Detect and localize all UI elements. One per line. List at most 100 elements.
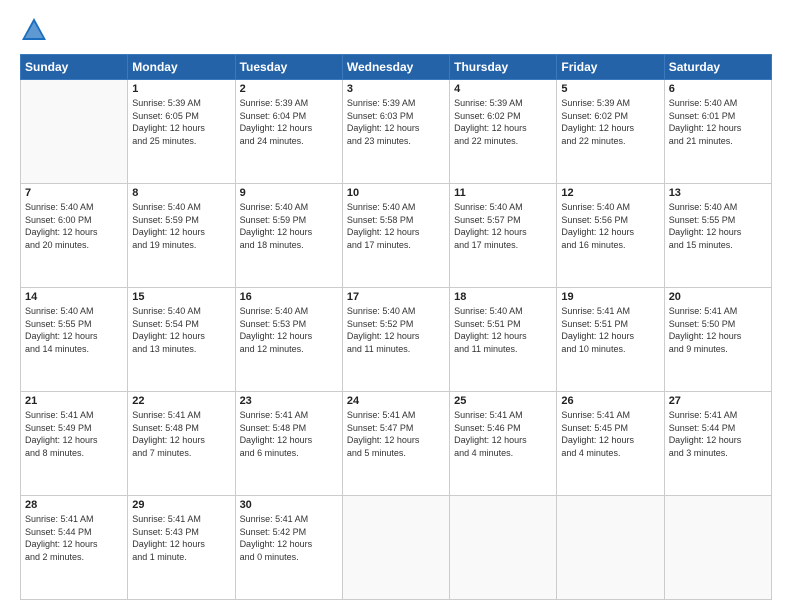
day-number: 3 — [347, 83, 445, 95]
day-info: Sunrise: 5:40 AM Sunset: 5:51 PM Dayligh… — [454, 305, 552, 355]
calendar-day-cell — [21, 80, 128, 184]
day-info: Sunrise: 5:41 AM Sunset: 5:42 PM Dayligh… — [240, 513, 338, 563]
weekday-header-wednesday: Wednesday — [342, 55, 449, 80]
day-info: Sunrise: 5:40 AM Sunset: 5:52 PM Dayligh… — [347, 305, 445, 355]
day-number: 7 — [25, 187, 123, 199]
logo-icon — [20, 16, 48, 44]
day-info: Sunrise: 5:40 AM Sunset: 5:58 PM Dayligh… — [347, 201, 445, 251]
calendar-week-row: 21 Sunrise: 5:41 AM Sunset: 5:49 PM Dayli… — [21, 392, 772, 496]
calendar-day-cell: 21 Sunrise: 5:41 AM Sunset: 5:49 PM Dayli… — [21, 392, 128, 496]
day-number: 25 — [454, 395, 552, 407]
day-number: 4 — [454, 83, 552, 95]
weekday-header-friday: Friday — [557, 55, 664, 80]
day-info: Sunrise: 5:40 AM Sunset: 5:53 PM Dayligh… — [240, 305, 338, 355]
day-info: Sunrise: 5:40 AM Sunset: 5:54 PM Dayligh… — [132, 305, 230, 355]
day-number: 20 — [669, 291, 767, 303]
calendar-day-cell: 6 Sunrise: 5:40 AM Sunset: 6:01 PM Daylig… — [664, 80, 771, 184]
calendar-day-cell: 1Sunrise: 5:39 AM Sunset: 6:05 PM Daylig… — [128, 80, 235, 184]
weekday-header-tuesday: Tuesday — [235, 55, 342, 80]
calendar-day-cell: 28 Sunrise: 5:41 AM Sunset: 5:44 PM Dayli… — [21, 496, 128, 600]
day-number: 8 — [132, 187, 230, 199]
calendar-day-cell: 5 Sunrise: 5:39 AM Sunset: 6:02 PM Daylig… — [557, 80, 664, 184]
calendar-day-cell — [664, 496, 771, 600]
calendar-day-cell: 7 Sunrise: 5:40 AM Sunset: 6:00 PM Daylig… — [21, 184, 128, 288]
day-number: 11 — [454, 187, 552, 199]
day-number: 28 — [25, 499, 123, 511]
calendar-day-cell: 15 Sunrise: 5:40 AM Sunset: 5:54 PM Dayli… — [128, 288, 235, 392]
calendar-day-cell: 16 Sunrise: 5:40 AM Sunset: 5:53 PM Dayli… — [235, 288, 342, 392]
day-info: Sunrise: 5:40 AM Sunset: 5:55 PM Dayligh… — [669, 201, 767, 251]
day-info: Sunrise: 5:41 AM Sunset: 5:44 PM Dayligh… — [25, 513, 123, 563]
weekday-header-thursday: Thursday — [450, 55, 557, 80]
day-info: Sunrise: 5:40 AM Sunset: 5:57 PM Dayligh… — [454, 201, 552, 251]
calendar-day-cell: 3 Sunrise: 5:39 AM Sunset: 6:03 PM Daylig… — [342, 80, 449, 184]
day-info: Sunrise: 5:39 AM Sunset: 6:02 PM Dayligh… — [454, 97, 552, 147]
day-number: 2 — [240, 83, 338, 95]
calendar-week-row: 28 Sunrise: 5:41 AM Sunset: 5:44 PM Dayli… — [21, 496, 772, 600]
day-number: 9 — [240, 187, 338, 199]
day-info: Sunrise: 5:39 AM Sunset: 6:03 PM Dayligh… — [347, 97, 445, 147]
day-info: Sunrise: 5:41 AM Sunset: 5:47 PM Dayligh… — [347, 409, 445, 459]
day-number: 23 — [240, 395, 338, 407]
day-info: Sunrise: 5:40 AM Sunset: 5:59 PM Dayligh… — [132, 201, 230, 251]
calendar-day-cell: 30 Sunrise: 5:41 AM Sunset: 5:42 PM Dayli… — [235, 496, 342, 600]
calendar-day-cell: 8 Sunrise: 5:40 AM Sunset: 5:59 PM Daylig… — [128, 184, 235, 288]
day-number: 21 — [25, 395, 123, 407]
day-info: Sunrise: 5:41 AM Sunset: 5:48 PM Dayligh… — [240, 409, 338, 459]
day-info: Sunrise: 5:41 AM Sunset: 5:49 PM Dayligh… — [25, 409, 123, 459]
calendar-day-cell: 10 Sunrise: 5:40 AM Sunset: 5:58 PM Dayli… — [342, 184, 449, 288]
calendar-day-cell: 25Sunrise: 5:41 AM Sunset: 5:46 PM Dayli… — [450, 392, 557, 496]
day-info: Sunrise: 5:40 AM Sunset: 5:55 PM Dayligh… — [25, 305, 123, 355]
calendar-week-row: 7 Sunrise: 5:40 AM Sunset: 6:00 PM Daylig… — [21, 184, 772, 288]
calendar-day-cell: 13 Sunrise: 5:40 AM Sunset: 5:55 PM Dayli… — [664, 184, 771, 288]
day-number: 5 — [561, 83, 659, 95]
day-info: Sunrise: 5:39 AM Sunset: 6:04 PM Dayligh… — [240, 97, 338, 147]
day-number: 16 — [240, 291, 338, 303]
calendar-day-cell: 23 Sunrise: 5:41 AM Sunset: 5:48 PM Dayli… — [235, 392, 342, 496]
day-number: 18 — [454, 291, 552, 303]
day-number: 12 — [561, 187, 659, 199]
calendar-day-cell: 27 Sunrise: 5:41 AM Sunset: 5:44 PM Dayli… — [664, 392, 771, 496]
page: SundayMondayTuesdayWednesdayThursdayFrid… — [0, 0, 792, 612]
calendar-day-cell: 11 Sunrise: 5:40 AM Sunset: 5:57 PM Dayli… — [450, 184, 557, 288]
calendar-day-cell: 20 Sunrise: 5:41 AM Sunset: 5:50 PM Dayli… — [664, 288, 771, 392]
day-info: Sunrise: 5:41 AM Sunset: 5:43 PM Dayligh… — [132, 513, 230, 563]
calendar-day-cell: 2 Sunrise: 5:39 AM Sunset: 6:04 PM Daylig… — [235, 80, 342, 184]
calendar-day-cell: 29 Sunrise: 5:41 AM Sunset: 5:43 PM Dayli… — [128, 496, 235, 600]
calendar-day-cell: 12 Sunrise: 5:40 AM Sunset: 5:56 PM Dayli… — [557, 184, 664, 288]
calendar-day-cell: 22 Sunrise: 5:41 AM Sunset: 5:48 PM Dayli… — [128, 392, 235, 496]
day-info: Sunrise: 5:41 AM Sunset: 5:48 PM Dayligh… — [132, 409, 230, 459]
day-info: Sunrise: 5:40 AM Sunset: 6:00 PM Dayligh… — [25, 201, 123, 251]
weekday-header-sunday: Sunday — [21, 55, 128, 80]
calendar-day-cell: 14Sunrise: 5:40 AM Sunset: 5:55 PM Dayli… — [21, 288, 128, 392]
logo — [20, 16, 52, 44]
day-number: 29 — [132, 499, 230, 511]
day-info: Sunrise: 5:41 AM Sunset: 5:50 PM Dayligh… — [669, 305, 767, 355]
calendar-day-cell: 24Sunrise: 5:41 AM Sunset: 5:47 PM Dayli… — [342, 392, 449, 496]
day-info: Sunrise: 5:40 AM Sunset: 6:01 PM Dayligh… — [669, 97, 767, 147]
day-info: Sunrise: 5:41 AM Sunset: 5:51 PM Dayligh… — [561, 305, 659, 355]
calendar-week-row: 14Sunrise: 5:40 AM Sunset: 5:55 PM Dayli… — [21, 288, 772, 392]
day-number: 30 — [240, 499, 338, 511]
day-info: Sunrise: 5:40 AM Sunset: 5:56 PM Dayligh… — [561, 201, 659, 251]
day-number: 19 — [561, 291, 659, 303]
day-number: 22 — [132, 395, 230, 407]
calendar-table: SundayMondayTuesdayWednesdayThursdayFrid… — [20, 54, 772, 600]
day-number: 15 — [132, 291, 230, 303]
calendar-week-row: 1Sunrise: 5:39 AM Sunset: 6:05 PM Daylig… — [21, 80, 772, 184]
day-info: Sunrise: 5:41 AM Sunset: 5:45 PM Dayligh… — [561, 409, 659, 459]
day-number: 17 — [347, 291, 445, 303]
day-number: 1 — [132, 83, 230, 95]
day-number: 13 — [669, 187, 767, 199]
calendar-day-cell: 19 Sunrise: 5:41 AM Sunset: 5:51 PM Dayli… — [557, 288, 664, 392]
day-number: 10 — [347, 187, 445, 199]
day-number: 27 — [669, 395, 767, 407]
weekday-header-row: SundayMondayTuesdayWednesdayThursdayFrid… — [21, 55, 772, 80]
weekday-header-monday: Monday — [128, 55, 235, 80]
calendar-day-cell — [342, 496, 449, 600]
day-info: Sunrise: 5:41 AM Sunset: 5:44 PM Dayligh… — [669, 409, 767, 459]
day-number: 6 — [669, 83, 767, 95]
calendar-day-cell — [557, 496, 664, 600]
calendar-day-cell: 4 Sunrise: 5:39 AM Sunset: 6:02 PM Daylig… — [450, 80, 557, 184]
day-info: Sunrise: 5:39 AM Sunset: 6:02 PM Dayligh… — [561, 97, 659, 147]
